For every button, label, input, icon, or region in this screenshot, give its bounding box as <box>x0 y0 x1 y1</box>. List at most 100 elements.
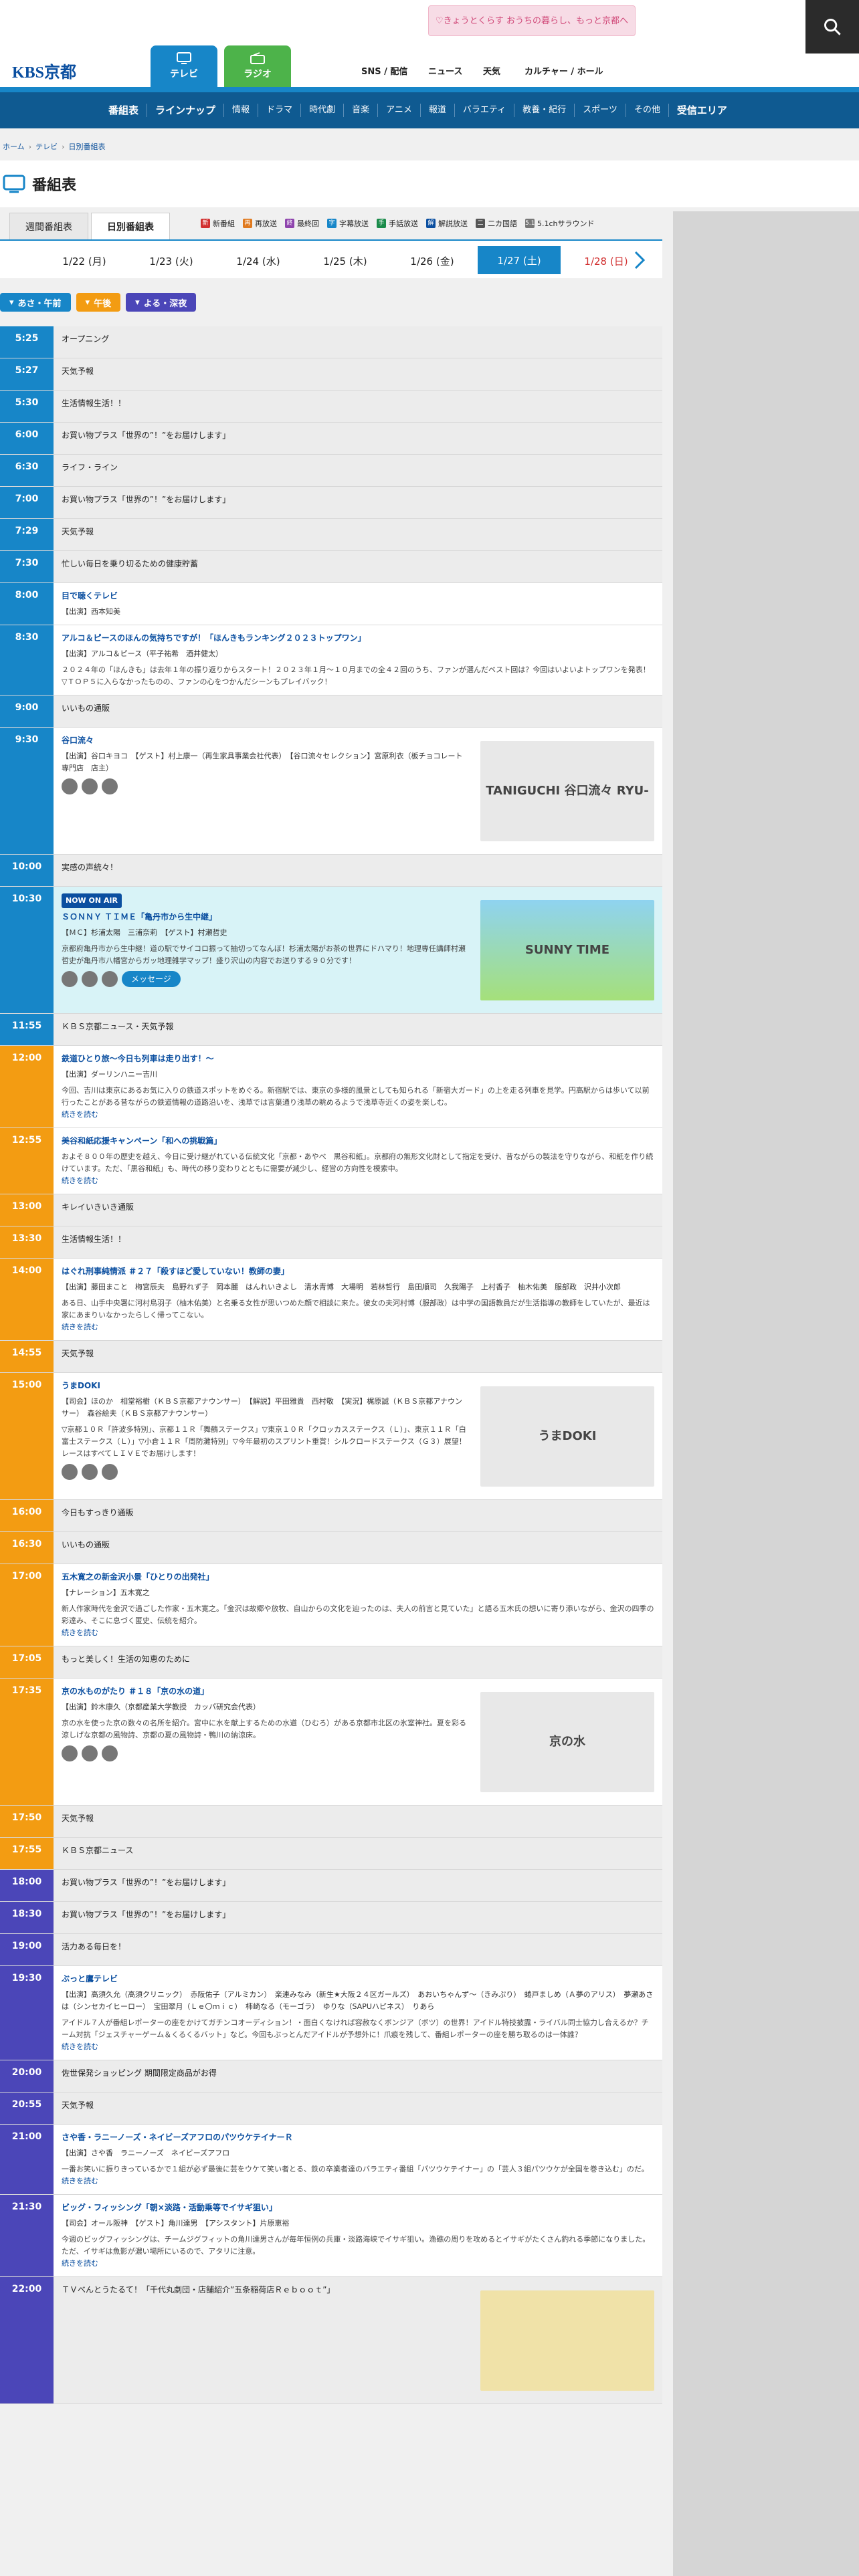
program-title[interactable]: いいもの通販 <box>62 702 654 714</box>
schedule-row[interactable]: 17:05 もっと美しく！生活の知恵のために <box>0 1646 662 1679</box>
read-more-link[interactable]: 続きを読む <box>62 1175 654 1187</box>
schedule-row[interactable]: 21:30 ビッグ・フィッシング「朝×淡路・活動乗等でイサギ狙い」 【司会】オール阪… <box>0 2195 662 2277</box>
program-title[interactable]: 鉄道ひとり旅〜今日も列車は走り出す！〜 <box>62 1053 654 1065</box>
schedule-row[interactable]: 6:30 ライフ・ライン <box>0 455 662 487</box>
youtube-icon[interactable] <box>102 778 118 794</box>
breadcrumb-home[interactable]: ホーム <box>3 141 25 152</box>
promo-banner[interactable]: ♡きょうとくらす おうちの暮らし、もっと京都へ <box>428 5 636 36</box>
schedule-row[interactable]: 16:30 いいもの通販 <box>0 1532 662 1564</box>
date-tab[interactable]: 1/23 (火) <box>130 249 213 273</box>
period-filter[interactable]: ▾ よる・深夜 <box>126 293 197 312</box>
youtube-icon[interactable] <box>102 1464 118 1480</box>
program-title[interactable]: 佐世保発ショッピング 期間限定商品がお得 <box>62 2067 654 2079</box>
program-title[interactable]: オープニング <box>62 333 654 345</box>
schedule-row[interactable]: 10:30 NOW ON AIR ＳＯＮＮＹ ＴＩＭＥ「亀丹市から生中継」 【ＭＣ】杉… <box>0 887 662 1014</box>
date-tab[interactable]: 1/28 (日) <box>565 249 648 273</box>
date-tab[interactable]: 1/26 (金) <box>391 249 474 273</box>
period-filter[interactable]: ▾ あさ・午前 <box>0 293 71 312</box>
breadcrumb-tv[interactable]: テレビ <box>35 141 58 152</box>
schedule-row[interactable]: 9:00 いいもの通販 <box>0 695 662 728</box>
program-title[interactable]: ライフ・ライン <box>62 461 654 473</box>
link-news[interactable]: ニュース <box>428 64 462 77</box>
nav-item-sports[interactable]: スポーツ <box>575 104 626 117</box>
schedule-row[interactable]: 9:30 谷口流々 【出演】谷口キヨコ 【ゲスト】村上康一（再生家具事業会社代表） … <box>0 728 662 898</box>
tab-daily[interactable]: 日別番組表 <box>91 213 170 239</box>
date-tab[interactable]: 1/22 (月) <box>43 249 126 273</box>
schedule-row[interactable]: 19:30 ぶっと鷹テレビ 【出演】高須久允（高須クリニック） 赤阪佑子（アルミカン… <box>0 1966 662 2060</box>
schedule-row[interactable]: 6:00 お買い物プラス「世界の”！”をお届けします」 <box>0 423 662 455</box>
schedule-row[interactable]: 17:50 天気予報 <box>0 1806 662 1838</box>
schedule-row[interactable]: 12:55 美谷和紙応援キャンペーン「和への挑戦篇」 およそ８００年の歴史を越え、今… <box>0 1128 662 1194</box>
link-culture[interactable]: カルチャー / ホール <box>524 64 603 77</box>
program-title[interactable]: いいもの通販 <box>62 1539 654 1551</box>
program-thumbnail[interactable] <box>480 2290 654 2391</box>
schedule-row[interactable]: 5:25 オープニング <box>0 326 662 358</box>
youtube-icon[interactable] <box>102 971 118 987</box>
schedule-row[interactable]: 14:55 天気予報 <box>0 1341 662 1373</box>
link-sns[interactable]: SNS / 配信 <box>361 64 407 77</box>
program-title[interactable]: お買い物プラス「世界の”！”をお届けします」 <box>62 494 654 506</box>
read-more-link[interactable]: 続きを読む <box>62 2175 654 2187</box>
nav-item-variety[interactable]: バラエティ <box>455 104 515 117</box>
x-icon[interactable] <box>82 1745 98 1761</box>
program-title[interactable]: ＫＢＳ京都ニュース・天気予報 <box>62 1021 654 1033</box>
share-icon[interactable] <box>62 1464 78 1480</box>
program-title[interactable]: 天気予報 <box>62 365 654 377</box>
date-tab[interactable]: 1/25 (木) <box>304 249 387 273</box>
schedule-row[interactable]: 17:55 ＫＢＳ京都ニュース <box>0 1838 662 1870</box>
schedule-row[interactable]: 14:00 はぐれ刑事純情派 ＃２７「殺すほど愛していない！教師の妻」 【出演】藤田… <box>0 1259 662 1341</box>
schedule-row[interactable]: 5:30 生活情報生活！！ <box>0 391 662 423</box>
schedule-row[interactable]: 18:30 お買い物プラス「世界の”！”をお届けします」 <box>0 1902 662 1934</box>
schedule-row[interactable]: 12:00 鉄道ひとり旅〜今日も列車は走り出す！〜 【出演】ダーリンハニー吉川 今回、… <box>0 1046 662 1128</box>
program-title[interactable]: 忙しい毎日を乗り切るための健康貯蓄 <box>62 558 654 570</box>
nav-item-lineup[interactable]: ラインナップ <box>147 104 225 117</box>
program-title[interactable]: 美谷和紙応援キャンペーン「和への挑戦篇」 <box>62 1135 654 1147</box>
program-title[interactable]: はぐれ刑事純情派 ＃２７「殺すほど愛していない！教師の妻」 <box>62 1265 654 1277</box>
nav-item-music[interactable]: 音楽 <box>344 104 379 117</box>
schedule-row[interactable]: 21:00 さや香・ラニーノーズ・ネイビーズアフロのパツウケテイナーＲ 【出演】さや… <box>0 2125 662 2195</box>
read-more-link[interactable]: 続きを読む <box>62 2041 654 2053</box>
x-icon[interactable] <box>82 778 98 794</box>
tab-radio[interactable]: ラジオ <box>224 45 291 87</box>
program-title[interactable]: 五木寛之の新金沢小景「ひとりの出発社」 <box>62 1571 654 1583</box>
read-more-link[interactable]: 続きを読む <box>62 1627 654 1639</box>
program-title[interactable]: アルコ＆ピースのほんの気持ちですが！「ほんきもランキング２０２３トップワン」 <box>62 632 654 644</box>
schedule-row[interactable]: 5:27 天気予報 <box>0 358 662 391</box>
site-logo[interactable]: KBS京都 <box>12 59 76 82</box>
search-button[interactable] <box>805 0 859 53</box>
youtube-icon[interactable] <box>102 1745 118 1761</box>
program-title[interactable]: お買い物プラス「世界の”！”をお届けします」 <box>62 429 654 441</box>
program-thumbnail[interactable]: TANIGUCHI 谷口流々 RYU-RYU <box>480 741 654 898</box>
program-title[interactable]: 実感の声統々！ <box>62 861 654 873</box>
schedule-row[interactable]: 8:30 アルコ＆ピースのほんの気持ちですが！「ほんきもランキング２０２３トップワ… <box>0 625 662 695</box>
nav-item-info[interactable]: 情報 <box>224 104 259 117</box>
nav-item-drama[interactable]: ドラマ <box>258 104 302 117</box>
nav-item-jidaigeki[interactable]: 時代劇 <box>301 104 345 117</box>
program-title[interactable]: 目で聴くテレビ <box>62 590 654 602</box>
program-title[interactable]: 生活情報生活！！ <box>62 397 654 409</box>
program-title[interactable]: ＫＢＳ京都ニュース <box>62 1844 654 1856</box>
share-icon[interactable] <box>62 971 78 987</box>
date-tab[interactable]: 1/27 (土) <box>478 246 561 274</box>
nav-item-schedule[interactable]: 番組表 <box>100 104 148 117</box>
schedule-row[interactable]: 7:30 忙しい毎日を乗り切るための健康貯蓄 <box>0 551 662 583</box>
tab-weekly[interactable]: 週間番組表 <box>9 213 88 239</box>
x-icon[interactable] <box>82 971 98 987</box>
program-title[interactable]: ぶっと鷹テレビ <box>62 1973 654 1985</box>
tab-tv[interactable]: テレビ <box>151 45 217 87</box>
schedule-row[interactable]: 13:30 生活情報生活！！ <box>0 1226 662 1259</box>
read-more-link[interactable]: 続きを読む <box>62 2258 654 2270</box>
link-weather[interactable]: 天気 <box>483 64 500 77</box>
date-tab[interactable]: 1/24 (水) <box>217 249 300 273</box>
program-title[interactable]: 生活情報生活！！ <box>62 1233 654 1245</box>
program-thumbnail[interactable]: うまDOKI <box>480 1386 654 1487</box>
program-title[interactable]: 天気予報 <box>62 526 654 538</box>
nav-item-anime[interactable]: アニメ <box>378 104 421 117</box>
schedule-row[interactable]: 22:00 ＴＶべんとうたるて！「千代丸劇団・店舗紹介”五条稲荷店Ｒｅｂｏｏｔ”」 <box>0 2277 662 2404</box>
nav-item-culture[interactable]: 教養・紀行 <box>514 104 575 117</box>
share-icon[interactable] <box>62 1745 78 1761</box>
program-thumbnail[interactable]: SUNNY TIME <box>480 900 654 1000</box>
program-title[interactable]: 今日もすっきり通販 <box>62 1507 654 1519</box>
nav-item-other[interactable]: その他 <box>626 104 669 117</box>
schedule-row[interactable]: 18:00 お買い物プラス「世界の”！”をお届けします」 <box>0 1870 662 1902</box>
